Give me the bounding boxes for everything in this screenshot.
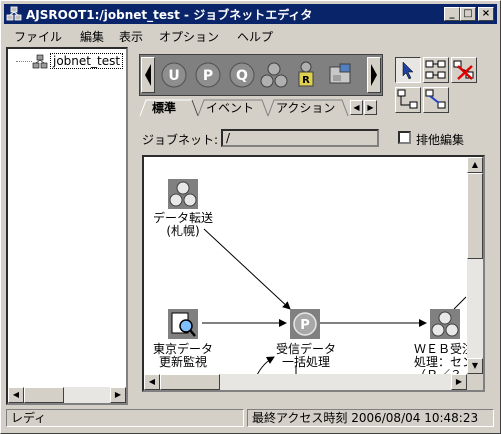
- scroll-up-button[interactable]: ▲: [467, 157, 483, 173]
- close-icon: ×: [481, 8, 491, 19]
- unit-label-data-transfer: データ転送 (札幌): [152, 211, 213, 238]
- svg-text:R: R: [302, 75, 310, 86]
- jobnet-canvas[interactable]: データ転送 (札幌) 東京データ 更新監視 P 受信データ 一括処理 ＷＥＢ受注…: [142, 155, 485, 392]
- scroll-thumb[interactable]: [467, 173, 483, 259]
- palette-prev-button[interactable]: [141, 57, 155, 93]
- pointer-tool-icon: [402, 61, 414, 80]
- main-window: AJSROOT1:/jobnet_test - ジョブネットエディタ _ □ ×…: [0, 0, 501, 434]
- scroll-down-button[interactable]: ▼: [467, 358, 483, 374]
- add-relation-tool[interactable]: [423, 57, 449, 83]
- scroll-thumb[interactable]: [160, 374, 220, 390]
- minimize-button[interactable]: _: [444, 7, 460, 21]
- status-last-access: 最終アクセス時刻 2006/08/04 10:48:23: [247, 409, 494, 427]
- menu-view[interactable]: 表示: [119, 28, 143, 45]
- scroll-right-button[interactable]: ▶: [451, 374, 467, 390]
- jobnet-path-label: ジョブネット:: [142, 133, 219, 147]
- tab-scroll-left[interactable]: ◀: [350, 100, 363, 115]
- window-title: AJSROOT1:/jobnet_test - ジョブネットエディタ: [26, 8, 313, 22]
- jobnet-tree-icon: [32, 54, 48, 69]
- svg-text:P: P: [300, 318, 310, 333]
- file-monitor-unit-icon[interactable]: [168, 309, 198, 339]
- unit-label-tokyo-monitor: 東京データ 更新監視: [152, 342, 213, 369]
- tree-horizontal-scrollbar[interactable]: ◀ ▶: [8, 387, 126, 403]
- palette-tabs: 標準 イベント アクション ◀ ▶: [138, 99, 378, 117]
- scroll-corner: [467, 374, 483, 390]
- maximize-icon: □: [463, 8, 473, 19]
- scroll-left-button[interactable]: ◀: [8, 387, 24, 403]
- exclusive-edit-checkbox[interactable]: [398, 131, 411, 144]
- jobnet-unit-icon[interactable]: [168, 179, 198, 209]
- add-relation-tool-icon: [425, 60, 446, 79]
- svg-text:P: P: [203, 68, 213, 84]
- jobnet-path-field: /: [221, 129, 379, 147]
- scroll-right-button[interactable]: ▶: [110, 387, 126, 403]
- close-button[interactable]: ×: [478, 7, 494, 21]
- layout-tool[interactable]: [395, 87, 421, 113]
- connect-tool[interactable]: [423, 87, 449, 113]
- svg-text:U: U: [168, 68, 179, 84]
- connect-tool-icon: [425, 89, 446, 109]
- pc-job-icon[interactable]: P: [194, 61, 222, 89]
- custom-job-icon[interactable]: [326, 61, 354, 89]
- title-bar[interactable]: AJSROOT1:/jobnet_test - ジョブネットエディタ _ □ ×: [4, 4, 497, 24]
- exclusive-edit-label[interactable]: 排他編集: [416, 131, 464, 148]
- canvas-horizontal-scrollbar[interactable]: ◀ ▶: [144, 374, 467, 390]
- unix-job-icon[interactable]: U: [160, 61, 188, 89]
- remote-jobnet-icon[interactable]: R: [292, 61, 320, 89]
- jobnet-tree[interactable]: jobnet_test ◀ ▶: [6, 47, 128, 405]
- delete-relation-tool[interactable]: [451, 57, 477, 83]
- status-bar: レディ 最終アクセス時刻 2006/08/04 10:48:23: [4, 407, 497, 429]
- layout-tool-icon: [397, 89, 418, 109]
- maximize-button[interactable]: □: [460, 7, 476, 21]
- tab-action[interactable]: アクション: [276, 99, 335, 116]
- scroll-thumb[interactable]: [24, 387, 64, 403]
- pointer-tool[interactable]: [395, 57, 421, 83]
- palette-next-button[interactable]: [367, 57, 381, 93]
- tab-standard[interactable]: 標準: [152, 99, 176, 116]
- left-arrow-icon: [145, 64, 151, 86]
- menu-bar: ファイル 編集 表示 オプション ヘルプ: [4, 25, 497, 45]
- unit-palette: U P Q R: [139, 54, 383, 96]
- svg-text:Q: Q: [236, 68, 248, 84]
- edit-tools: [395, 57, 485, 117]
- relation-line[interactable]: [453, 296, 467, 310]
- relation-line[interactable]: [203, 228, 291, 310]
- menu-options[interactable]: オプション: [159, 28, 219, 45]
- queue-job-icon[interactable]: Q: [228, 61, 256, 89]
- editor-pane: U P Q R 標準 イベント アクション ◀ ▶ ジョブネット: / 排他編集…: [132, 47, 497, 405]
- pc-job-unit-icon[interactable]: P: [290, 309, 320, 339]
- right-arrow-icon: [371, 64, 377, 86]
- app-icon: [6, 6, 22, 21]
- tree-connector: [16, 61, 32, 62]
- delete-relation-tool-icon: [453, 60, 474, 80]
- canvas-vertical-scrollbar[interactable]: ▲ ▼: [467, 157, 483, 374]
- menu-edit[interactable]: 編集: [80, 28, 104, 45]
- unit-label-bulk-process: 受信データ 一括処理: [275, 342, 336, 369]
- minimize-icon: _: [449, 8, 455, 19]
- menu-file[interactable]: ファイル: [14, 28, 62, 45]
- menu-help[interactable]: ヘルプ: [237, 28, 273, 45]
- status-message: レディ: [6, 409, 244, 427]
- tab-event[interactable]: イベント: [206, 99, 254, 116]
- jobnet-unit-icon[interactable]: [430, 309, 460, 339]
- scroll-left-button[interactable]: ◀: [144, 374, 160, 390]
- tree-item-jobnet-test[interactable]: jobnet_test: [50, 53, 124, 69]
- jobnet-icon[interactable]: [260, 61, 288, 89]
- tab-scroll-right[interactable]: ▶: [364, 100, 377, 115]
